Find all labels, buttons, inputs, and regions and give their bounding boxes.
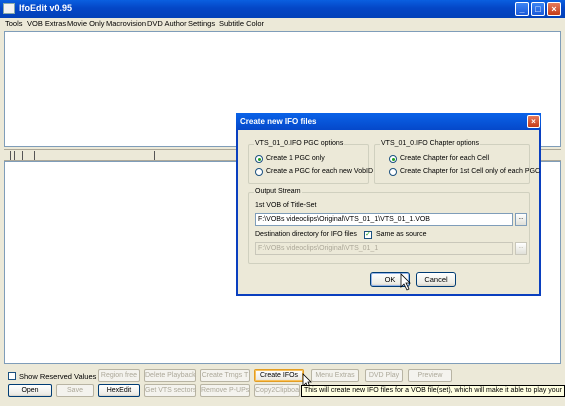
delete-playback-button[interactable]: Delete Playback xyxy=(144,369,196,382)
vob-label: 1st VOB of Title-Set xyxy=(255,202,317,209)
menu-vob-extras[interactable]: VOB Extras xyxy=(27,19,66,28)
radio-create-1-pgc[interactable] xyxy=(255,155,263,163)
dvd-play-button[interactable]: DVD Play xyxy=(365,369,403,382)
show-reserved-label: Show Reserved Values xyxy=(19,372,97,381)
output-stream-group: Output Stream 1st VOB of Title-Set F:\VO… xyxy=(248,188,530,264)
create-ifos-button[interactable]: Create IFOs xyxy=(254,369,304,382)
same-as-source-checkbox[interactable]: ✓ xyxy=(364,231,372,239)
menu-macrovision[interactable]: Macrovision xyxy=(106,19,146,28)
vob-browse-button[interactable]: ... xyxy=(515,213,527,226)
hexedit-button[interactable]: HexEdit xyxy=(98,384,140,397)
radio-label: Create 1 PGC only xyxy=(266,155,325,162)
cancel-button[interactable]: Cancel xyxy=(416,272,456,287)
app-icon xyxy=(3,3,15,14)
show-reserved-checkbox[interactable] xyxy=(8,372,16,380)
menu-subtitle-color[interactable]: Subtitle Color xyxy=(219,19,264,28)
radio-label: Create a PGC for each new VobID xyxy=(266,168,373,175)
tooltip: This will create new IFO files for a VOB… xyxy=(301,385,565,397)
dest-path-input[interactable]: F:\VOBs videoclips\Original\VTS_01_1 xyxy=(255,242,513,255)
get-vts-sectors-button[interactable]: Get VTS sectors xyxy=(144,384,196,397)
close-icon[interactable]: × xyxy=(547,2,561,16)
column-divider[interactable] xyxy=(10,151,11,160)
pgc-options-title: VTS_01_0.IFO PGC options xyxy=(254,140,345,147)
region-free-button[interactable]: Region free xyxy=(98,369,140,382)
dialog-close-icon[interactable]: × xyxy=(527,115,540,128)
minimize-icon[interactable]: _ xyxy=(515,2,529,16)
menu-dvd-author[interactable]: DVD Author xyxy=(147,19,187,28)
save-button[interactable]: Save xyxy=(56,384,94,397)
column-divider[interactable] xyxy=(154,151,155,160)
menu-tools[interactable]: Tools xyxy=(5,19,23,28)
menu-settings[interactable]: Settings xyxy=(188,19,215,28)
radio-chapter-first-cell[interactable] xyxy=(389,168,397,176)
create-ifo-dialog: VTS_01_0.IFO PGC options Create 1 PGC on… xyxy=(236,113,541,296)
chapter-options-title: VTS_01_0.IFO Chapter options xyxy=(380,140,481,147)
mouse-cursor-icon xyxy=(400,273,411,291)
column-divider[interactable] xyxy=(14,151,15,160)
dialog-title: Create new IFO files xyxy=(240,117,317,126)
radio-label: Create Chapter for each Cell xyxy=(400,155,490,162)
dest-browse-button[interactable]: ... xyxy=(515,242,527,255)
vob-path-input[interactable]: F:\VOBs videoclips\Original\VTS_01_1\VTS… xyxy=(255,213,513,226)
pgc-options-group: VTS_01_0.IFO PGC options Create 1 PGC on… xyxy=(248,140,373,184)
create-trngs-button[interactable]: Create Trngs T xyxy=(200,369,250,382)
column-divider[interactable] xyxy=(34,151,35,160)
column-divider[interactable] xyxy=(22,151,23,160)
menu-movie-only[interactable]: Movie Only xyxy=(67,19,105,28)
copy-to-clipboard-button[interactable]: Copy2Clipboa xyxy=(254,384,300,397)
dialog-titlebar[interactable]: Create new IFO files × xyxy=(236,113,541,130)
open-button[interactable]: Open xyxy=(8,384,52,397)
window-titlebar[interactable]: IfoEdit v0.95 _ □ × xyxy=(0,0,565,18)
remove-pups-button[interactable]: Remove P-UPs xyxy=(200,384,250,397)
radio-label: Create Chapter for 1st Cell only of each… xyxy=(400,168,541,175)
menu-bar: Tools VOB Extras Movie Only Macrovision … xyxy=(0,18,565,30)
dest-label: Destination directory for IFO files xyxy=(255,231,357,238)
output-stream-title: Output Stream xyxy=(254,188,302,195)
same-as-source-label: Same as source xyxy=(376,231,427,238)
preview-button[interactable]: Preview xyxy=(408,369,452,382)
chapter-options-group: VTS_01_0.IFO Chapter options Create Chap… xyxy=(374,140,540,184)
radio-chapter-each-cell[interactable] xyxy=(389,155,397,163)
window-title: IfoEdit v0.95 xyxy=(19,3,73,13)
maximize-icon[interactable]: □ xyxy=(531,2,545,16)
menu-extras-button[interactable]: Menu Extras xyxy=(311,369,359,382)
radio-pgc-each-vobid[interactable] xyxy=(255,168,263,176)
